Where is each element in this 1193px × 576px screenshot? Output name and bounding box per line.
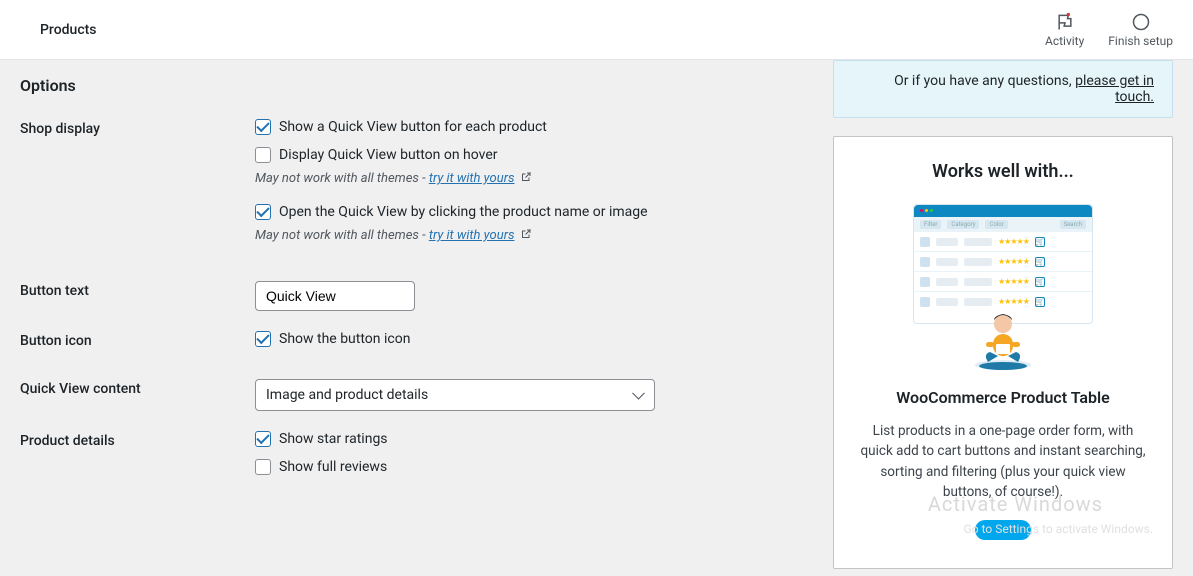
open-on-click-checkbox[interactable]	[255, 204, 271, 220]
show-star-ratings-checkbox[interactable]	[255, 431, 271, 447]
help-notice: Or if you have any questions, please get…	[833, 60, 1173, 118]
windows-watermark-sub: Go to Settings to activate Windows.	[964, 522, 1153, 536]
flag-icon	[1055, 12, 1075, 32]
show-quick-view-label: Show a Quick View button for each produc…	[279, 119, 547, 135]
external-link-icon	[520, 171, 532, 183]
finish-setup-button[interactable]: Finish setup	[1108, 12, 1173, 48]
show-full-reviews-label: Show full reviews	[279, 459, 387, 475]
activity-label: Activity	[1045, 34, 1084, 48]
promo-heading: Works well with...	[852, 161, 1154, 182]
promo-illustration: FilterCategoryColorSearch ★★★★★🛒 ★★★★★🛒 …	[913, 204, 1093, 364]
top-bar: Products Activity Finish setup	[0, 0, 1193, 60]
hover-hint: May not work with all themes - try it wi…	[255, 171, 813, 186]
button-text-label: Button text	[20, 281, 255, 299]
try-it-link-2[interactable]: try it with yours	[429, 228, 515, 243]
section-heading: Options	[20, 76, 813, 95]
show-button-icon-label: Show the button icon	[279, 331, 410, 347]
circle-icon	[1131, 12, 1151, 32]
hover-quick-view-label: Display Quick View button on hover	[279, 147, 498, 163]
contact-link[interactable]: please get in touch.	[1075, 73, 1154, 105]
promo-description: List products in a one-page order form, …	[852, 421, 1154, 502]
external-link-icon	[520, 228, 532, 240]
windows-watermark-title: Activate Windows	[928, 492, 1103, 516]
page-title: Products	[40, 22, 97, 38]
promo-title: WooCommerce Product Table	[852, 388, 1154, 407]
show-quick-view-checkbox[interactable]	[255, 119, 271, 135]
topbar-actions: Activity Finish setup	[1045, 12, 1173, 48]
quick-view-content-select[interactable]: Image and product details	[255, 379, 655, 411]
person-icon	[968, 304, 1038, 374]
finish-setup-label: Finish setup	[1108, 34, 1173, 48]
button-icon-label: Button icon	[20, 331, 255, 349]
quick-view-content-label: Quick View content	[20, 379, 255, 397]
show-button-icon-checkbox[interactable]	[255, 331, 271, 347]
shop-display-label: Shop display	[20, 119, 255, 137]
click-hint: May not work with all themes - try it wi…	[255, 228, 813, 243]
button-text-input[interactable]	[255, 281, 415, 311]
hover-quick-view-checkbox[interactable]	[255, 147, 271, 163]
open-on-click-label: Open the Quick View by clicking the prod…	[279, 204, 648, 220]
try-it-link-1[interactable]: try it with yours	[429, 171, 515, 186]
show-full-reviews-checkbox[interactable]	[255, 459, 271, 475]
settings-form: Options Shop display Show a Quick View b…	[20, 60, 813, 576]
product-details-label: Product details	[20, 431, 255, 449]
show-star-ratings-label: Show star ratings	[279, 431, 388, 447]
activity-button[interactable]: Activity	[1045, 12, 1084, 48]
